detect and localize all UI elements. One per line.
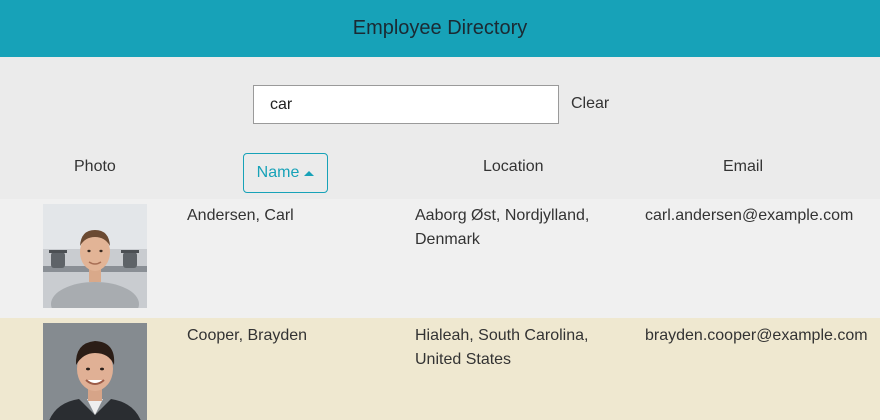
employee-directory-app: Employee Directory Clear Photo Name Loca… xyxy=(0,0,880,420)
column-header-email: Email xyxy=(723,158,764,175)
column-header-name-sort-button[interactable]: Name xyxy=(243,153,328,193)
search-input[interactable] xyxy=(253,85,559,124)
column-header-location: Location xyxy=(483,158,544,175)
column-header-name-label: Name xyxy=(256,164,300,181)
page-title: Employee Directory xyxy=(352,17,528,39)
table-row: Andersen, Carl Aaborg Øst, Nordjylland, … xyxy=(0,199,880,319)
search-bar: Clear xyxy=(0,85,880,125)
caret-up-icon xyxy=(304,170,315,176)
page-header: Employee Directory xyxy=(0,0,880,57)
employee-location: Aaborg Øst, Nordjylland, Denmark xyxy=(415,207,590,248)
employee-name: Andersen, Carl xyxy=(187,207,294,224)
employee-name: Cooper, Brayden xyxy=(187,327,308,344)
employee-email: carl.andersen@example.com xyxy=(645,207,854,224)
avatar-photo-brayden xyxy=(43,323,147,420)
clear-button[interactable]: Clear xyxy=(571,95,609,113)
avatar xyxy=(43,323,147,420)
column-header-photo: Photo xyxy=(74,158,116,175)
employee-email: brayden.cooper@example.com xyxy=(645,327,868,344)
avatar xyxy=(43,204,147,308)
employee-location: Hialeah, South Carolina, United States xyxy=(415,327,589,368)
table-row: Cooper, Brayden Hialeah, South Carolina,… xyxy=(0,318,880,420)
avatar-photo-carl xyxy=(43,204,147,308)
